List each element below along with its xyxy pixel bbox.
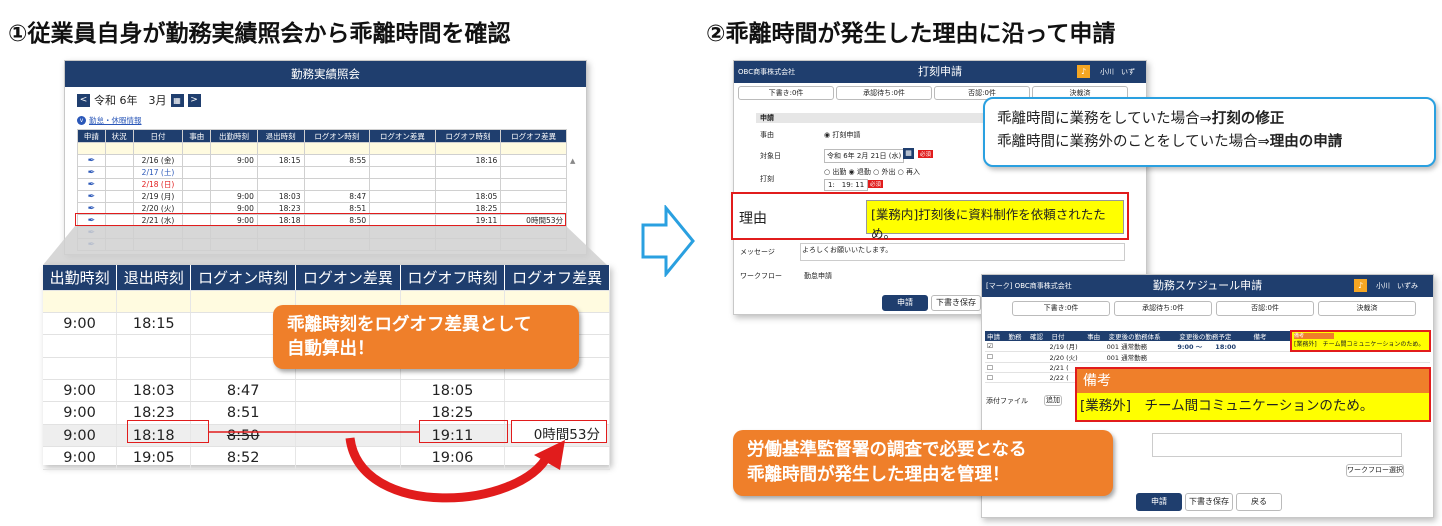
info-line1-bold: 打刻の修正 xyxy=(1211,111,1285,127)
schedule-titlebar: [マーク] OBC商事株式会社 勤務スケジュール申請 ♪ 小川 いずみ xyxy=(982,275,1433,297)
stamp-type-radios[interactable]: ○ 出勤 ◉ 退勤 ○ 外出 ○ 再入 xyxy=(824,167,920,177)
workflow-label: ワークフロー xyxy=(740,272,782,280)
schedule-type: 001 通常勤務 xyxy=(1106,343,1148,351)
bell-icon[interactable]: ♪ xyxy=(1077,65,1090,78)
callout-auto-calc: 乖離時刻をログオフ差異として 自動算出！ xyxy=(273,305,579,369)
schedule-confirm xyxy=(1028,363,1049,373)
note-cell-highlight: 備考 [業務外] チーム間コミュニケーションのため。 xyxy=(1290,330,1431,352)
info-line2-bold: 理由の申請 xyxy=(1269,134,1343,150)
schedule-tabs: 下書き:0件 承認待ち:0件 否認:0件 決裁済 xyxy=(1012,301,1416,316)
reason-type-label: 事由 xyxy=(760,131,774,139)
note-zoom: 備考 [業務外] チーム間コミュニケーションのため。 xyxy=(1075,367,1431,422)
schedule-confirm xyxy=(1028,373,1049,383)
schedule-row-checkbox[interactable]: ☐ xyxy=(985,363,1006,373)
schedule-row-checkbox[interactable]: ☑ xyxy=(985,341,1006,352)
note-cell-header: 備考 xyxy=(1294,333,1334,339)
stamp-section-header: 申請 xyxy=(756,113,986,123)
stamp-user: 小川 いず xyxy=(1100,68,1135,76)
stamp-company: OBC商事株式会社 xyxy=(738,68,796,76)
stamp-label: 打刻 xyxy=(760,175,774,183)
attach-add-button[interactable]: 追加 xyxy=(1044,395,1062,406)
schedule-date: 2/19 (月) xyxy=(1049,343,1078,351)
schedule-table-row: ☐ 2/20 (火) 001 通常勤務 xyxy=(985,352,1430,363)
note-cell-value: [業務外] チーム間コミュニケーションのため。 xyxy=(1294,341,1425,348)
schedule-reason xyxy=(1085,352,1106,363)
reason-label: 理由 xyxy=(739,211,767,227)
schedule-col-header: 勤務 xyxy=(1008,333,1022,341)
schedule-col-header: 変更後の勤務予定 xyxy=(1179,333,1232,341)
schedule-work xyxy=(1006,341,1027,352)
message-textarea[interactable]: よろしくお願いいたします。 xyxy=(800,243,1125,261)
reason-input[interactable]: [業務内]打刻後に資料制作を依頼されたため。 xyxy=(866,200,1124,241)
schedule-company: [マーク] OBC商事株式会社 xyxy=(986,282,1072,290)
schedule-title: 勤務スケジュール申請 xyxy=(1152,279,1263,292)
schedule-col-header: 日付 xyxy=(1051,333,1065,341)
message-label: メッセージ xyxy=(740,248,775,256)
schedule-user: 小川 いずみ xyxy=(1376,282,1418,290)
schedule-confirm xyxy=(1028,341,1049,352)
schedule-date: 2/20 (火) xyxy=(1049,354,1078,362)
stamp-titlebar: OBC商事株式会社 打刻申請 ♪ 小川 いず xyxy=(734,61,1146,83)
date-picker-icon[interactable]: ▦ xyxy=(903,148,914,159)
next-step-arrow-icon xyxy=(641,205,695,277)
tab-pending[interactable]: 承認待ち:0件 xyxy=(836,86,932,100)
schedule-tab-rejected[interactable]: 否認:0件 xyxy=(1216,301,1314,316)
callout-auto-line1: 乖離時刻をログオフ差異として xyxy=(287,315,532,335)
workflow-value: 勤怠申請 xyxy=(804,272,832,280)
schedule-submit-button[interactable]: 申請 xyxy=(1136,493,1182,511)
stamp-draft-button[interactable]: 下書き保存 xyxy=(931,295,981,311)
schedule-tab-approved[interactable]: 決裁済 xyxy=(1318,301,1416,316)
schedule-confirm xyxy=(1028,352,1049,363)
reason-type-radio[interactable]: ◉ 打刻申請 xyxy=(824,130,860,140)
info-box: 乖離時間に業務をしていた場合⇒打刻の修正 乖離時間に業務外のことをしていた場合⇒… xyxy=(983,97,1436,167)
required-badge-time: 必須 xyxy=(868,180,884,188)
schedule-col-header: 事由 xyxy=(1087,333,1101,341)
stamp-title: 打刻申請 xyxy=(918,65,962,78)
schedule-col-header: 変更後の勤務体系 xyxy=(1108,333,1161,341)
schedule-row-checkbox[interactable]: ☐ xyxy=(985,373,1006,383)
reason-row: 理由 [業務内]打刻後に資料制作を依頼されたため。 xyxy=(731,192,1129,241)
schedule-col-header: 申請 xyxy=(987,333,1000,341)
schedule-tab-draft[interactable]: 下書き:0件 xyxy=(1012,301,1110,316)
schedule-work xyxy=(1006,352,1027,363)
schedule-work xyxy=(1006,363,1027,373)
note-zoom-header: 備考 xyxy=(1077,369,1429,393)
callout-manage: 労働基準監督署の調査で必要となる 乖離時間が発生した理由を管理！ xyxy=(733,430,1113,496)
schedule-note xyxy=(1251,352,1430,363)
schedule-reason xyxy=(1085,341,1106,352)
schedule-col-header: 確認 xyxy=(1029,333,1043,341)
schedule-back-button[interactable]: 戻る xyxy=(1236,493,1282,511)
schedule-work xyxy=(1006,373,1027,383)
callout-manage-line2: 乖離時間が発生した理由を管理！ xyxy=(747,465,1010,485)
schedule-tab-pending[interactable]: 承認待ち:0件 xyxy=(1114,301,1212,316)
schedule-type: 001 通常勤務 xyxy=(1106,354,1148,362)
attach-label: 添付ファイル xyxy=(986,397,1028,405)
schedule-row-checkbox[interactable]: ☐ xyxy=(985,352,1006,363)
info-line1: 乖離時間に業務をしていた場合⇒ xyxy=(997,111,1212,127)
schedule-message-textarea[interactable] xyxy=(1152,433,1402,457)
callout-auto-line2: 自動算出！ xyxy=(287,339,375,359)
note-zoom-value: [業務外] チーム間コミュニケーションのため。 xyxy=(1077,393,1429,420)
workflow-select-button[interactable]: ワークフロー選択 xyxy=(1346,464,1404,477)
target-date-label: 対象日 xyxy=(760,152,781,160)
stamp-time-input[interactable]: 1: 19: 11 xyxy=(824,179,869,191)
stamp-submit-button[interactable]: 申請 xyxy=(882,295,928,311)
schedule-bell-icon[interactable]: ♪ xyxy=(1354,279,1367,292)
schedule-plan xyxy=(1177,352,1251,363)
schedule-draft-button[interactable]: 下書き保存 xyxy=(1185,493,1233,511)
tab-draft[interactable]: 下書き:0件 xyxy=(738,86,834,100)
info-line2: 乖離時間に業務外のことをしていた場合⇒ xyxy=(997,134,1270,150)
callout-manage-line1: 労働基準監督署の調査で必要となる xyxy=(747,440,1027,460)
required-badge-date: 必須 xyxy=(918,150,934,158)
schedule-plan: 9:00 〜 18:00 xyxy=(1177,343,1236,351)
target-date-input[interactable]: 令和 6年 2月 21日 (水) xyxy=(824,149,905,163)
